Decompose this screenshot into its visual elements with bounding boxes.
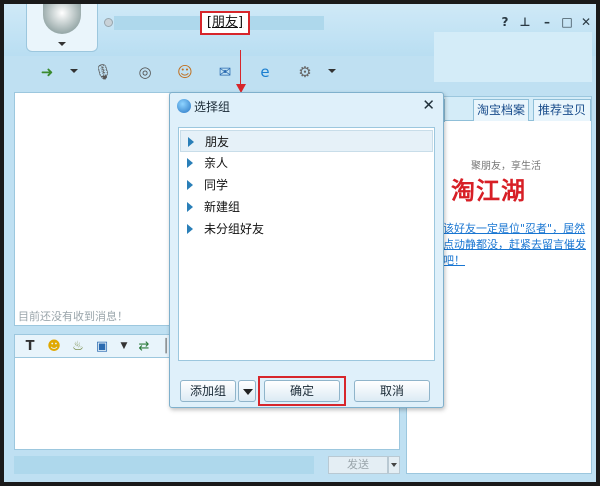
chevron-down-icon xyxy=(58,42,66,46)
chat-window: [朋友] ? ⊥ – □ ✕ ➜ 🎙 ◎ ☺ ✉ e ⚙ 目前还没有收到消息！ … xyxy=(0,0,600,486)
help-icon[interactable]: ? xyxy=(498,15,512,29)
caret-right-icon xyxy=(187,202,193,212)
contact-group-tag[interactable]: [朋友] xyxy=(200,11,250,35)
ie-browser-icon[interactable]: e xyxy=(252,60,278,84)
send-button[interactable]: 发送 xyxy=(328,456,388,474)
list-item[interactable]: 未分组好友 xyxy=(180,218,433,240)
list-item[interactable]: 亲人 xyxy=(180,152,433,174)
caret-right-icon xyxy=(187,158,193,168)
group-item-label: 新建组 xyxy=(204,200,241,214)
maximize-icon[interactable]: □ xyxy=(560,15,574,29)
close-icon[interactable]: ✕ xyxy=(422,96,435,114)
qq-logo-icon xyxy=(177,99,191,113)
emoticon-icon[interactable]: ☻ xyxy=(45,338,63,355)
microphone-icon[interactable]: 🎙 xyxy=(90,60,116,84)
contact-group-label: [朋友] xyxy=(206,15,244,30)
no-message-hint: 目前还没有收到消息！ xyxy=(18,310,128,323)
mail-icon[interactable]: ✉ xyxy=(212,60,238,84)
cancel-button[interactable]: 取消 xyxy=(354,380,430,402)
confirm-annotation-box xyxy=(258,376,346,406)
avatar-head-image xyxy=(43,4,81,34)
promo-link[interactable]: 该好友一定是位"忍者"，居然点动静都没，赶紧去留言催发吧！ xyxy=(443,221,593,269)
dialog-title-bar: 选择组 ✕ xyxy=(170,93,443,119)
caret-right-icon xyxy=(188,137,194,147)
dialog-title: 选择组 xyxy=(194,100,231,114)
caret-right-icon xyxy=(187,224,193,234)
close-icon[interactable]: ✕ xyxy=(579,15,593,29)
group-list: 朋友 亲人 同学 新建组 未分组好友 xyxy=(178,127,435,361)
screenshot-dropdown-icon[interactable]: ▼ xyxy=(115,338,133,355)
annotation-arrow-line xyxy=(240,50,241,86)
group-item-label: 未分组好友 xyxy=(204,222,265,236)
avatar[interactable] xyxy=(26,4,98,52)
file-transfer-icon[interactable]: ➜ xyxy=(34,60,60,84)
list-item[interactable]: 新建组 xyxy=(180,196,433,218)
caret-right-icon xyxy=(187,180,193,190)
list-item[interactable]: 朋友 xyxy=(180,130,433,152)
promo-tagline: 聚朋友，享生活 xyxy=(471,161,541,172)
tab-taobao-profile[interactable]: 淘宝档案 xyxy=(473,99,529,121)
shake-icon[interactable]: ♨ xyxy=(69,338,87,355)
screenshot-icon[interactable]: ▣ xyxy=(93,338,111,355)
add-group-button[interactable]: 添加组 xyxy=(180,380,236,402)
pin-icon[interactable]: ⊥ xyxy=(518,15,532,29)
webcam-icon[interactable]: ◎ xyxy=(132,60,158,84)
group-item-label: 朋友 xyxy=(205,135,230,149)
top-right-panel xyxy=(434,32,592,82)
group-chat-icon[interactable]: ☺ xyxy=(172,60,198,84)
file-transfer-dropdown-icon[interactable] xyxy=(70,69,78,73)
status-dot-icon xyxy=(104,18,113,27)
font-icon[interactable]: T xyxy=(21,338,39,355)
add-group-dropdown[interactable] xyxy=(238,380,256,402)
more-icon[interactable]: ⇄ xyxy=(135,338,153,355)
list-item[interactable]: 同学 xyxy=(180,174,433,196)
group-item-label: 亲人 xyxy=(204,156,229,170)
select-group-dialog: 选择组 ✕ 朋友 亲人 同学 新建组 未分组好友 添加组 确定 取消 xyxy=(169,92,444,408)
app-tools-dropdown-icon[interactable] xyxy=(328,69,336,73)
tab-recommended-items[interactable]: 推荐宝贝 xyxy=(533,99,591,121)
group-item-label: 同学 xyxy=(204,178,229,192)
bottom-status-bar xyxy=(14,456,314,474)
minimize-icon[interactable]: – xyxy=(540,15,554,29)
app-tools-icon[interactable]: ⚙ xyxy=(292,60,318,84)
taojianghu-logo: 淘江湖 xyxy=(451,176,526,205)
send-options-dropdown[interactable] xyxy=(388,456,400,474)
